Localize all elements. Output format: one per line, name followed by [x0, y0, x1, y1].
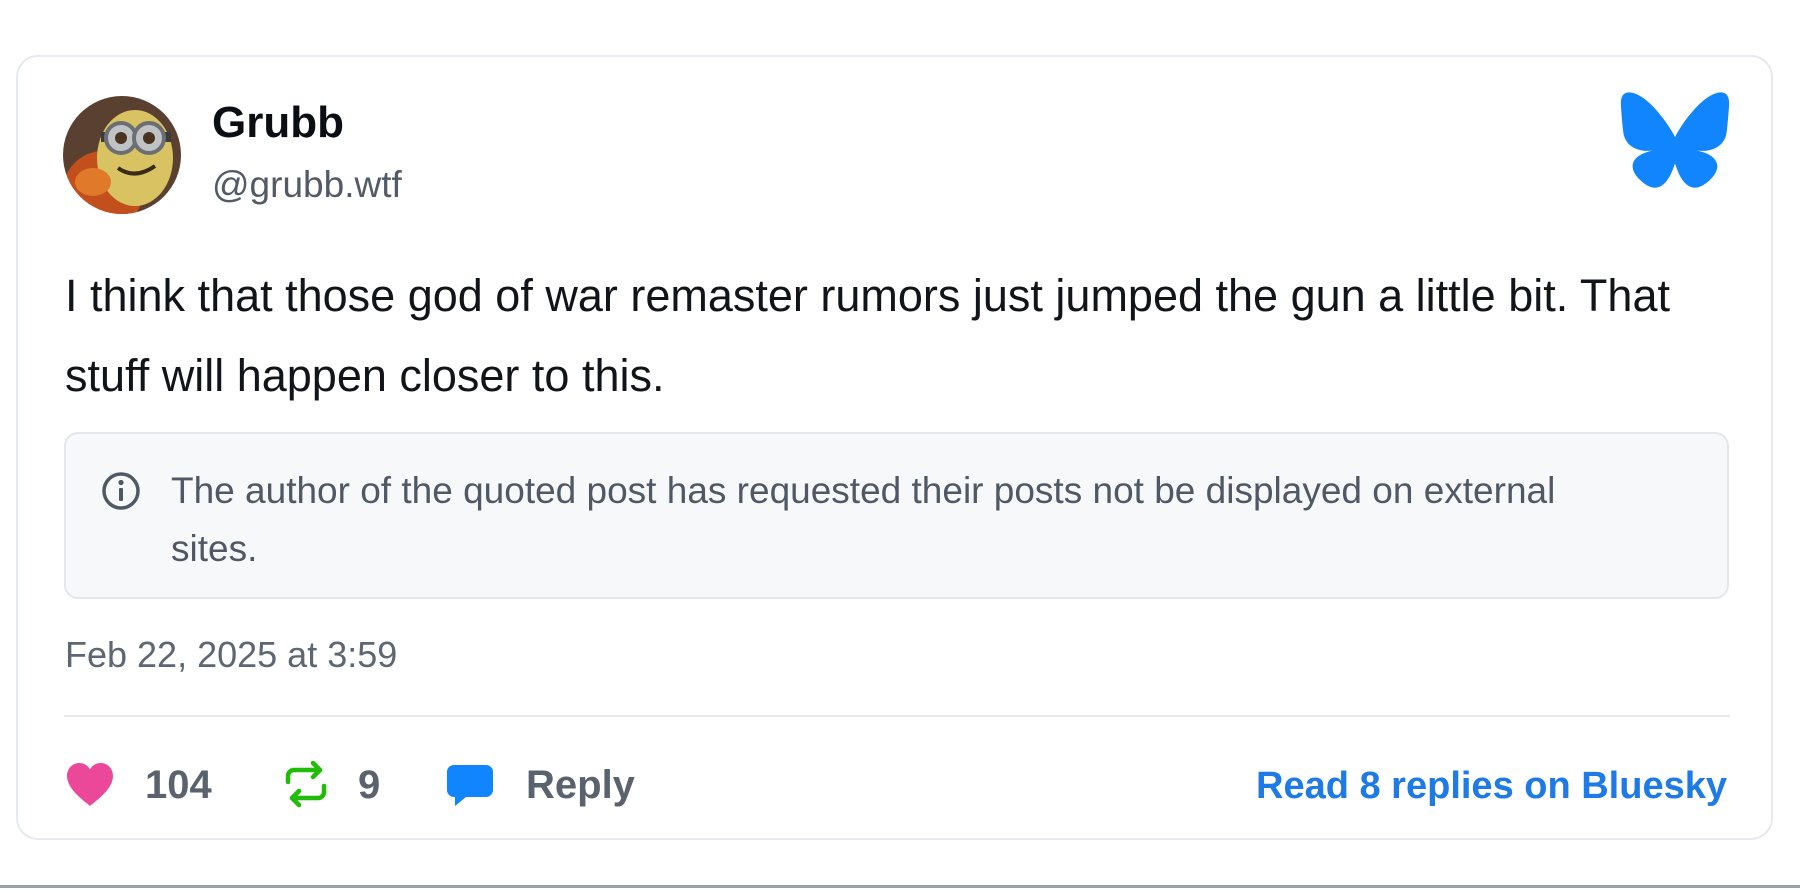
heart-icon[interactable] [64, 760, 116, 808]
bluesky-butterfly-icon[interactable] [1619, 90, 1731, 190]
quoted-post-notice: The author of the quoted post has reques… [64, 432, 1729, 599]
avatar[interactable] [63, 96, 181, 214]
reply-button[interactable]: Reply [526, 765, 635, 805]
divider [64, 715, 1730, 717]
page-bottom-rule [0, 885, 1800, 888]
author-handle[interactable]: @grubb.wtf [212, 166, 402, 203]
post-text: I think that those god of war remaster r… [65, 270, 1670, 401]
author-name[interactable]: Grubb [212, 101, 344, 145]
bluesky-post-card[interactable]: Grubb @grubb.wtf I think that those god … [16, 55, 1773, 840]
like-count[interactable]: 104 [145, 765, 212, 805]
post-timestamp[interactable]: Feb 22, 2025 at 3:59 [65, 637, 397, 673]
speech-bubble-icon[interactable] [444, 761, 496, 809]
repost-count[interactable]: 9 [358, 765, 380, 805]
info-circle-icon [100, 470, 142, 512]
repost-icon[interactable] [280, 760, 332, 808]
embed-canvas: Grubb @grubb.wtf I think that those god … [0, 0, 1800, 892]
read-replies-link[interactable]: Read 8 replies on Bluesky [1256, 767, 1727, 805]
quote-notice-text: The author of the quoted post has reques… [171, 470, 1556, 569]
